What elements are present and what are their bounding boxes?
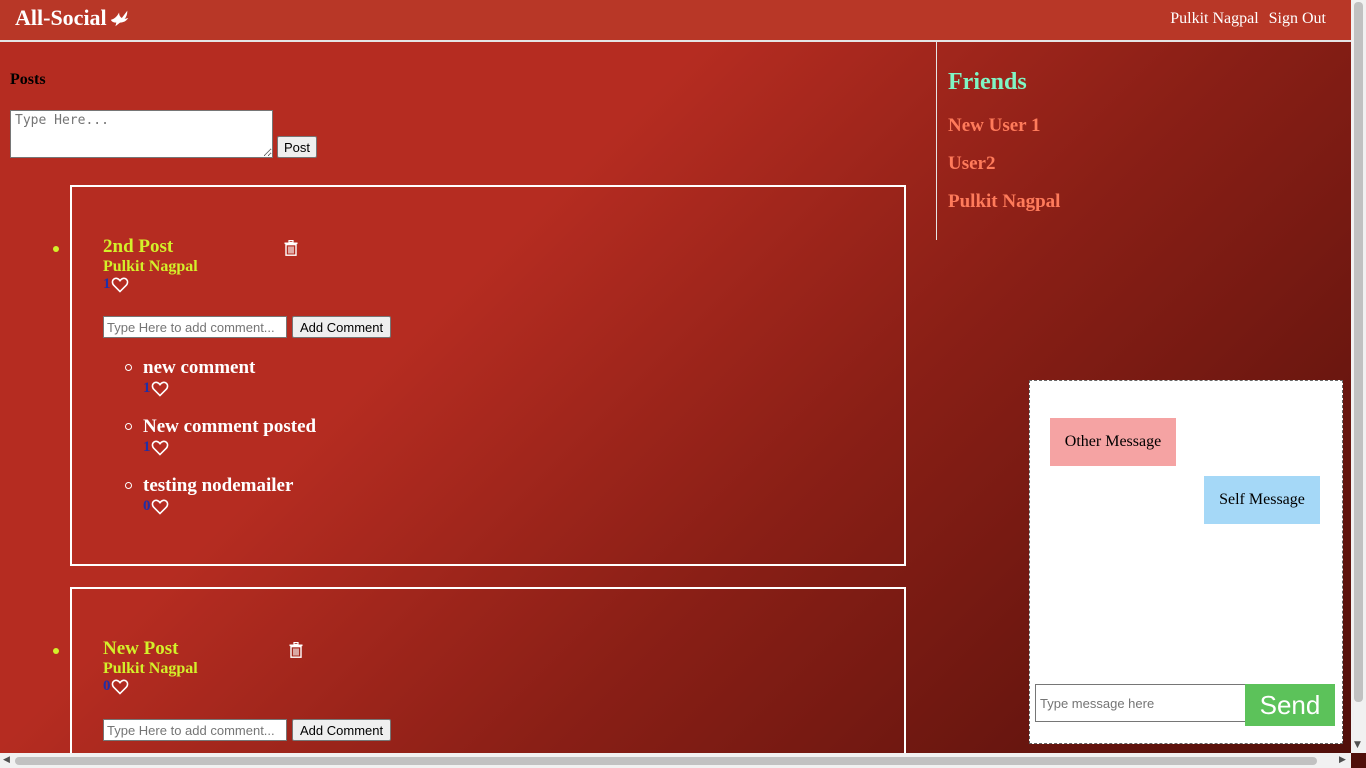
brand-logo[interactable]: All-Social: [15, 5, 131, 31]
new-post-form: Post: [10, 110, 318, 158]
like-count: 0: [143, 498, 151, 514]
like-count: 1: [103, 276, 111, 292]
comment-likes: 1: [143, 439, 316, 456]
comment-input[interactable]: [103, 316, 287, 338]
comment-item: testing nodemailer 0: [125, 475, 294, 515]
list-bullet: [125, 423, 132, 430]
friends-title: Friends: [948, 69, 1027, 95]
like-count: 1: [143, 380, 151, 396]
scroll-right-arrow-icon[interactable]: ▶: [1339, 755, 1346, 765]
other-message: Other Message: [1050, 418, 1176, 466]
heart-icon[interactable]: [151, 440, 169, 456]
chat-message-input[interactable]: [1035, 684, 1247, 722]
bird-icon: [110, 10, 128, 27]
vertical-scrollbar[interactable]: ▼: [1351, 0, 1366, 753]
scroll-left-arrow-icon[interactable]: ◀: [3, 755, 10, 765]
friend-link[interactable]: New User 1: [948, 115, 1041, 137]
new-post-textarea[interactable]: [10, 110, 273, 158]
heart-icon[interactable]: [151, 381, 169, 397]
add-comment-button[interactable]: Add Comment: [292, 719, 392, 741]
scrollbar-thumb[interactable]: [15, 757, 1317, 765]
like-count: 1: [143, 439, 151, 455]
list-bullet: [125, 482, 132, 489]
chat-box: Other Message Self Message Send: [1029, 380, 1343, 744]
post-author: Pulkit Nagpal: [103, 660, 198, 677]
like-count: 0: [103, 678, 111, 694]
trash-icon[interactable]: [289, 642, 303, 658]
nav-right: Pulkit Nagpal Sign Out: [1170, 10, 1326, 28]
post-author: Pulkit Nagpal: [103, 258, 198, 275]
add-comment-button[interactable]: Add Comment: [292, 316, 392, 338]
friends-panel: Friends New User 1 User2 Pulkit Nagpal: [936, 42, 1351, 240]
post-title: 2nd Post: [103, 236, 174, 257]
comment-text: new comment: [143, 357, 256, 378]
profile-link[interactable]: Pulkit Nagpal: [1170, 10, 1258, 28]
comment-form: Add Comment: [103, 719, 392, 741]
list-bullet: [53, 246, 59, 252]
post-card: 2nd Post Pulkit Nagpal 1 Add Comment new…: [53, 185, 906, 566]
send-button[interactable]: Send: [1245, 684, 1335, 726]
post-likes: 0: [103, 678, 129, 695]
comment-item: New comment posted 1: [125, 416, 317, 456]
comment-likes: 0: [143, 498, 293, 515]
heart-icon[interactable]: [151, 499, 169, 515]
post-title: New Post: [103, 638, 179, 659]
horizontal-scrollbar[interactable]: ◀ ▶: [0, 753, 1351, 768]
list-bullet: [125, 364, 132, 371]
trash-icon[interactable]: [284, 240, 298, 256]
post-likes: 1: [103, 276, 129, 293]
comment-text: New comment posted: [143, 416, 317, 437]
list-bullet: [53, 648, 59, 654]
posts-heading: Posts: [10, 71, 46, 88]
self-message: Self Message: [1204, 476, 1320, 524]
scroll-down-arrow-icon[interactable]: ▼: [1354, 740, 1361, 750]
heart-icon[interactable]: [111, 679, 129, 695]
brand-name: All-Social: [15, 5, 107, 30]
posts-area: Posts Post 2nd Post Pulkit Nagpal 1 Add …: [0, 42, 936, 768]
post-card: New Post Pulkit Nagpal 0 Add Comment: [53, 587, 906, 768]
post-button[interactable]: Post: [277, 136, 318, 158]
comment-text: testing nodemailer: [143, 475, 294, 496]
comment-item: new comment 1: [125, 357, 256, 397]
comment-form: Add Comment: [103, 316, 392, 338]
scrollbar-thumb[interactable]: [1354, 2, 1363, 702]
friend-link[interactable]: Pulkit Nagpal: [948, 191, 1060, 213]
friend-link[interactable]: User2: [948, 153, 995, 175]
heart-icon[interactable]: [111, 277, 129, 293]
navbar: All-Social Pulkit Nagpal Sign Out: [0, 0, 1351, 42]
comment-likes: 1: [143, 380, 255, 397]
comment-input[interactable]: [103, 719, 287, 741]
sign-out-link[interactable]: Sign Out: [1269, 10, 1326, 28]
